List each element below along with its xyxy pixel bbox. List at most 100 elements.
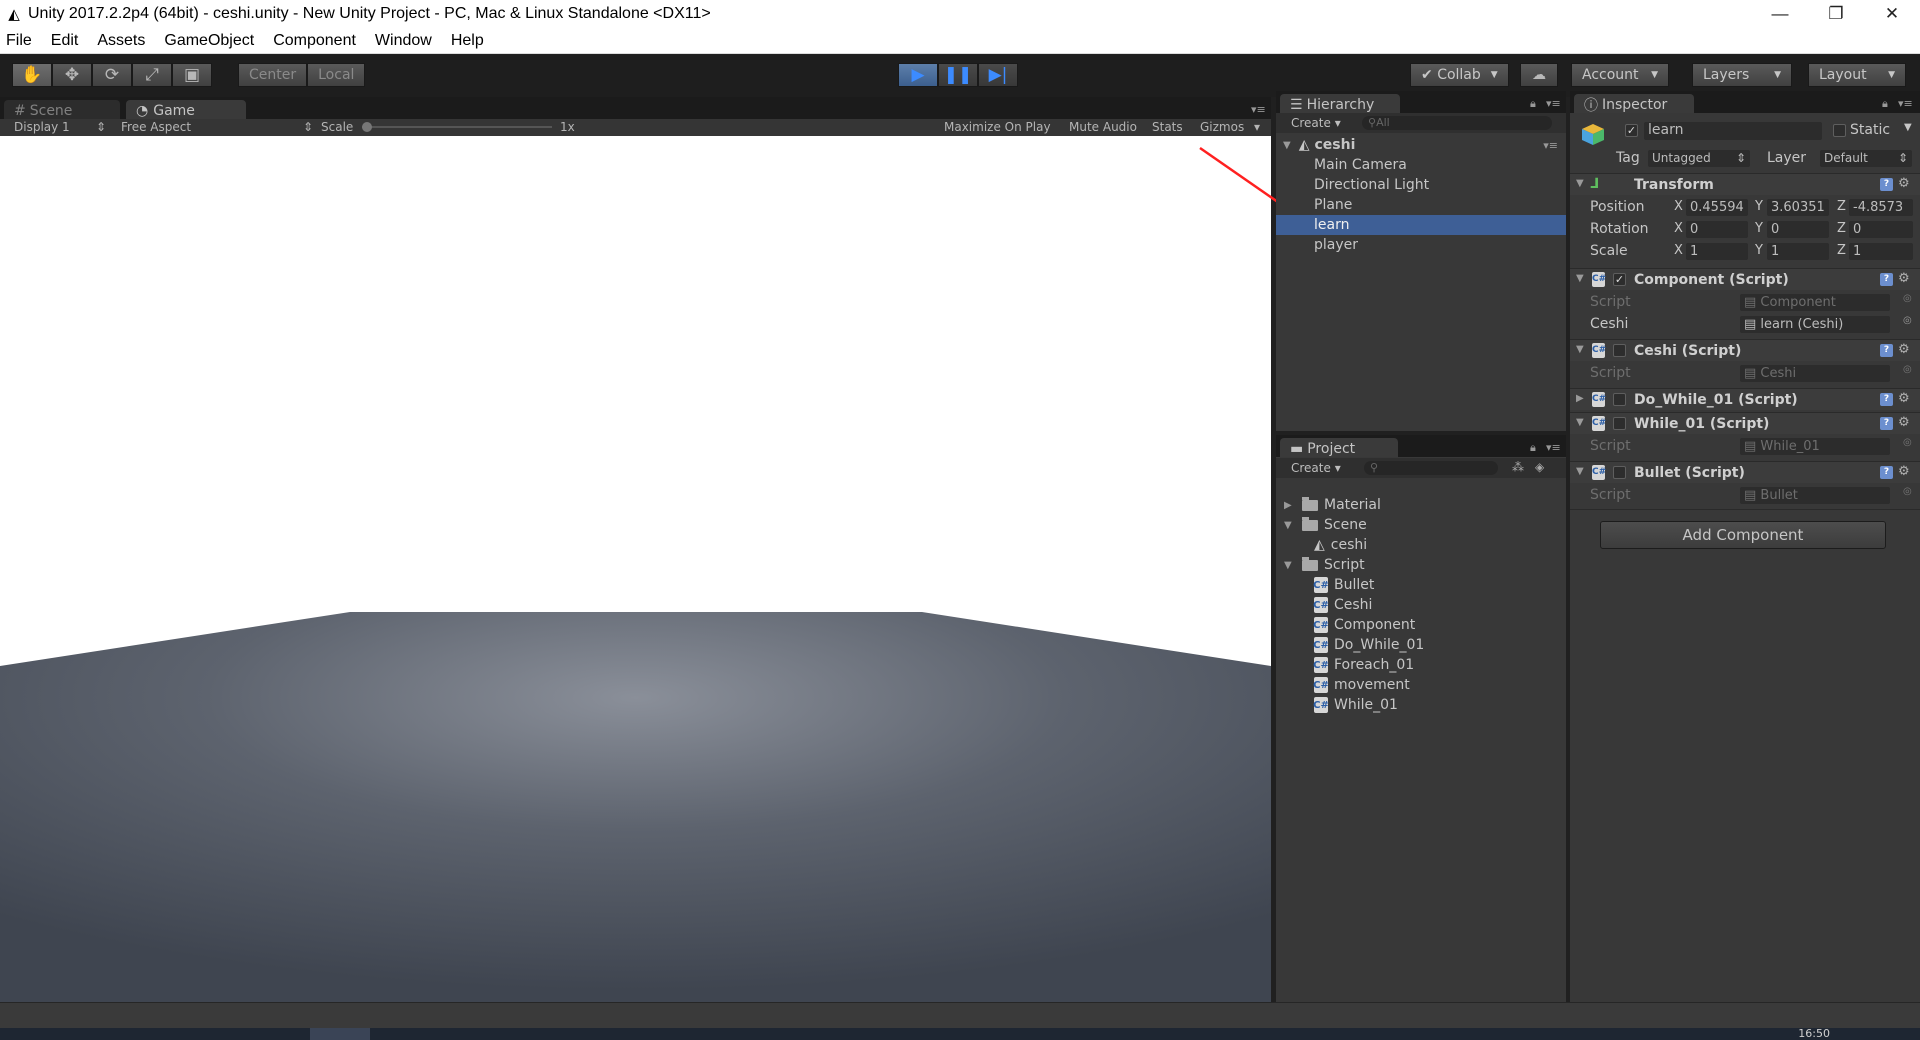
scale-tool-icon[interactable]: ⤢ bbox=[132, 63, 172, 87]
component-enabled-checkbox[interactable]: ✓ bbox=[1613, 273, 1626, 286]
expand-triangle-icon[interactable]: ▼ bbox=[1283, 140, 1291, 151]
help-icon[interactable]: ? bbox=[1880, 273, 1893, 286]
pivot-center-button[interactable]: Center bbox=[238, 63, 308, 87]
hierarchy-search-input[interactable]: ⚲All bbox=[1362, 116, 1552, 130]
inspector-menu-icon[interactable]: ▾≡ bbox=[1898, 97, 1913, 110]
tab-scene[interactable]: # Scene bbox=[4, 100, 120, 121]
ceshi-reference-field[interactable]: ▤ learn (Ceshi) bbox=[1740, 316, 1890, 333]
while-script-header[interactable]: ▼ C# While_01 (Script) ? ⚙ bbox=[1570, 412, 1920, 434]
project-item-material[interactable]: ▶ Material bbox=[1284, 495, 1381, 515]
rect-tool-icon[interactable]: ▣ bbox=[172, 63, 212, 87]
hand-tool-icon[interactable]: ✋ bbox=[12, 63, 52, 87]
hierarchy-item-learn[interactable]: learn bbox=[1276, 215, 1566, 235]
project-item-component[interactable]: C# Component bbox=[1313, 615, 1415, 635]
filter-label-icon[interactable]: ◈ bbox=[1535, 460, 1544, 474]
hierarchy-item-plane[interactable]: Plane bbox=[1276, 195, 1566, 215]
help-icon[interactable]: ? bbox=[1880, 393, 1893, 406]
bullet-script-header[interactable]: ▼ C# Bullet (Script) ? ⚙ bbox=[1570, 461, 1920, 483]
taskbar-app-button[interactable] bbox=[310, 1028, 370, 1040]
menu-help[interactable]: Help bbox=[451, 32, 484, 50]
expand-triangle-icon[interactable]: ▶ bbox=[1284, 500, 1298, 511]
step-button-icon[interactable]: ▶| bbox=[978, 63, 1018, 87]
account-dropdown[interactable]: Account ▼ bbox=[1571, 63, 1669, 87]
menu-file[interactable]: File bbox=[6, 32, 32, 50]
hierarchy-create-dropdown[interactable]: Create ▾ bbox=[1291, 116, 1341, 130]
rotation-y-field[interactable]: 0 bbox=[1767, 221, 1829, 238]
position-x-field[interactable]: 0.45594 bbox=[1686, 199, 1748, 216]
layers-dropdown[interactable]: Layers ▼ bbox=[1692, 63, 1792, 87]
menu-gameobject[interactable]: GameObject bbox=[164, 32, 254, 50]
display-dropdown[interactable]: Display 1 bbox=[14, 120, 70, 134]
rotation-z-field[interactable]: 0 bbox=[1849, 221, 1913, 238]
tab-project[interactable]: ▬ Project bbox=[1280, 438, 1398, 459]
expand-triangle-icon[interactable]: ▼ bbox=[1284, 520, 1298, 531]
mute-audio-toggle[interactable]: Mute Audio bbox=[1069, 120, 1137, 134]
project-item-ceshi[interactable]: C# Ceshi bbox=[1313, 595, 1372, 615]
gear-icon[interactable]: ⚙ bbox=[1898, 271, 1910, 286]
menu-assets[interactable]: Assets bbox=[97, 32, 145, 50]
project-search-input[interactable]: ⚲ bbox=[1364, 461, 1498, 475]
cloud-icon[interactable]: ☁ bbox=[1520, 63, 1558, 87]
do-while-script-header[interactable]: ▶ C# Do_While_01 (Script) ? ⚙ bbox=[1570, 388, 1920, 410]
do-while-enabled-checkbox[interactable] bbox=[1613, 393, 1626, 406]
project-item-bullet[interactable]: C# Bullet bbox=[1313, 575, 1374, 595]
tab-game[interactable]: ◔ Game bbox=[126, 100, 246, 121]
menu-window[interactable]: Window bbox=[375, 32, 432, 50]
rotate-tool-icon[interactable]: ⟳ bbox=[92, 63, 132, 87]
gear-icon[interactable]: ⚙ bbox=[1898, 391, 1910, 406]
transform-header[interactable]: ▼ ⅃ Transform ? ⚙ bbox=[1570, 173, 1920, 195]
game-view-viewport[interactable] bbox=[0, 136, 1271, 1002]
layer-dropdown[interactable]: Default ⇕ bbox=[1820, 150, 1912, 167]
object-picker-icon[interactable]: ◎ bbox=[1903, 486, 1912, 497]
layout-dropdown[interactable]: Layout ▼ bbox=[1808, 63, 1906, 87]
project-item-scene[interactable]: ▼ Scene bbox=[1284, 515, 1367, 535]
project-create-dropdown[interactable]: Create ▾ bbox=[1291, 461, 1341, 475]
panel-menu-icon[interactable]: ▾≡ bbox=[1251, 103, 1266, 116]
object-picker-icon[interactable]: ◎ bbox=[1903, 315, 1912, 326]
expand-triangle-icon[interactable]: ▼ bbox=[1284, 560, 1298, 571]
position-z-field[interactable]: -4.8573 bbox=[1849, 199, 1913, 216]
help-icon[interactable]: ? bbox=[1880, 466, 1893, 479]
inspector-lock-icon[interactable]: 🔒︎ bbox=[1882, 97, 1888, 111]
do-while-expand-icon[interactable]: ▶ bbox=[1576, 393, 1584, 404]
add-component-button[interactable]: Add Component bbox=[1600, 521, 1886, 549]
active-checkbox[interactable]: ✓ bbox=[1625, 124, 1638, 137]
while-enabled-checkbox[interactable] bbox=[1613, 417, 1626, 430]
bullet-expand-icon[interactable]: ▼ bbox=[1576, 466, 1584, 477]
project-item-script[interactable]: ▼ Script bbox=[1284, 555, 1365, 575]
filter-type-icon[interactable]: ⁂ bbox=[1512, 460, 1524, 474]
hierarchy-item-directional-light[interactable]: Directional Light bbox=[1276, 175, 1566, 195]
project-lock-icon[interactable]: 🔒︎ bbox=[1530, 441, 1536, 455]
help-icon[interactable]: ? bbox=[1880, 178, 1893, 191]
hierarchy-scene-row[interactable]: ▼ ◭ ceshi ▾≡ bbox=[1276, 135, 1566, 155]
tab-inspector[interactable]: ⓘ Inspector bbox=[1574, 94, 1694, 115]
hierarchy-menu-icon[interactable]: ▾≡ bbox=[1546, 97, 1561, 110]
static-checkbox[interactable] bbox=[1833, 124, 1846, 137]
ceshi-script-header[interactable]: ▼ C# Ceshi (Script) ? ⚙ bbox=[1570, 339, 1920, 361]
pivot-local-button[interactable]: Local bbox=[307, 63, 366, 87]
help-icon[interactable]: ? bbox=[1880, 344, 1893, 357]
project-item-while-01[interactable]: C# While_01 bbox=[1313, 695, 1398, 715]
menu-component[interactable]: Component bbox=[273, 32, 356, 50]
menu-edit[interactable]: Edit bbox=[51, 32, 79, 50]
pause-button-icon[interactable]: ❚❚ bbox=[938, 63, 978, 87]
scale-slider-track[interactable] bbox=[362, 126, 552, 128]
gear-icon[interactable]: ⚙ bbox=[1898, 415, 1910, 430]
stats-toggle[interactable]: Stats bbox=[1152, 120, 1183, 134]
collab-dropdown[interactable]: ✔ Collab ▼ bbox=[1410, 63, 1509, 87]
scale-y-field[interactable]: 1 bbox=[1767, 243, 1829, 260]
close-button[interactable]: ✕ bbox=[1864, 0, 1920, 28]
transform-expand-icon[interactable]: ▼ bbox=[1576, 178, 1584, 189]
gear-icon[interactable]: ⚙ bbox=[1898, 176, 1910, 191]
project-item-movement[interactable]: C# movement bbox=[1313, 675, 1410, 695]
gizmos-dropdown[interactable]: Gizmos bbox=[1200, 120, 1244, 134]
hierarchy-item-main-camera[interactable]: Main Camera bbox=[1276, 155, 1566, 175]
object-picker-icon[interactable]: ◎ bbox=[1903, 293, 1912, 304]
gear-icon[interactable]: ⚙ bbox=[1898, 464, 1910, 479]
tab-hierarchy[interactable]: ☰ Hierarchy bbox=[1280, 94, 1400, 115]
ceshi-expand-icon[interactable]: ▼ bbox=[1576, 344, 1584, 355]
scale-x-field[interactable]: 1 bbox=[1686, 243, 1748, 260]
aspect-dropdown[interactable]: Free Aspect bbox=[121, 120, 191, 134]
maximize-button[interactable]: ❐ bbox=[1808, 0, 1864, 28]
component-script-header[interactable]: ▼ C# ✓ Component (Script) ? ⚙ bbox=[1570, 268, 1920, 290]
